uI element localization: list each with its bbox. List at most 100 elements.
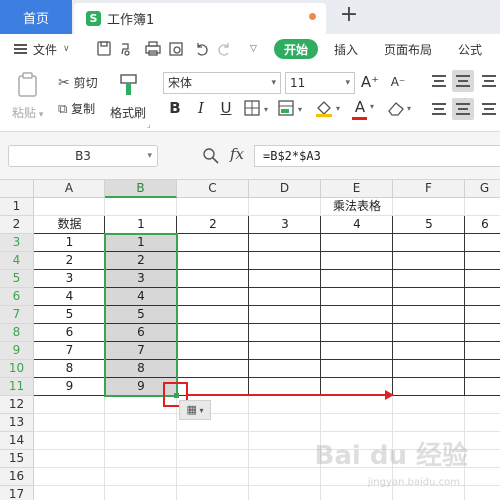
cell-e3[interactable] (321, 234, 393, 252)
borders-icon[interactable]: ▾ (244, 100, 274, 118)
cell-c16[interactable] (177, 468, 249, 486)
cell-c10[interactable] (177, 360, 249, 378)
cell-c4[interactable] (177, 252, 249, 270)
cell-f9[interactable] (393, 342, 465, 360)
cell-c5[interactable] (177, 270, 249, 288)
cell-c8[interactable] (177, 324, 249, 342)
row-header-3[interactable]: 3 (0, 234, 34, 252)
cell-b17[interactable] (105, 486, 177, 500)
formula-input[interactable]: =B$2*$A3 (254, 145, 500, 167)
cell-g10[interactable] (465, 360, 500, 378)
cell-a15[interactable] (34, 450, 105, 468)
cell-d17[interactable] (249, 486, 321, 500)
cell-f12[interactable] (393, 396, 465, 414)
cut-button[interactable]: ✂ 剪切 (58, 74, 98, 91)
row-header-9[interactable]: 9 (0, 342, 34, 360)
cell-f4[interactable] (393, 252, 465, 270)
decrease-font-button[interactable]: A⁻ (388, 72, 408, 92)
clipboard-launcher-icon[interactable]: ⌟ (147, 120, 151, 129)
cell-f6[interactable] (393, 288, 465, 306)
tab-insert[interactable]: 插入 (334, 34, 358, 64)
tab-home[interactable]: 首页 (0, 0, 72, 34)
cell-g8[interactable] (465, 324, 500, 342)
cell-a12[interactable] (34, 396, 105, 414)
cell-d4[interactable] (249, 252, 321, 270)
cell-g4[interactable] (465, 252, 500, 270)
cell-g6[interactable] (465, 288, 500, 306)
cell-d1[interactable] (249, 198, 321, 216)
cell-f8[interactable] (393, 324, 465, 342)
customize-toolbar-icon[interactable]: ▽ (250, 44, 257, 54)
row-header-14[interactable]: 14 (0, 432, 34, 450)
row-header-5[interactable]: 5 (0, 270, 34, 288)
cell-g1[interactable] (465, 198, 500, 216)
file-menu[interactable]: 文件 ∨ (14, 34, 70, 64)
cell-g5[interactable] (465, 270, 500, 288)
row-header-1[interactable]: 1 (0, 198, 34, 216)
cell-d6[interactable] (249, 288, 321, 306)
cell-e13[interactable] (321, 414, 393, 432)
cell-f3[interactable] (393, 234, 465, 252)
align-left-button[interactable] (428, 98, 450, 120)
cell-d15[interactable] (249, 450, 321, 468)
column-header-g[interactable]: G (465, 180, 500, 198)
cell-g16[interactable] (465, 468, 500, 486)
cell-d10[interactable] (249, 360, 321, 378)
align-right-button[interactable] (478, 98, 500, 120)
font-name-select[interactable]: 宋体 ▾ (163, 72, 281, 94)
cell-f1[interactable] (393, 198, 465, 216)
italic-button[interactable]: I (191, 98, 211, 118)
cell-d13[interactable] (249, 414, 321, 432)
chevron-down-icon[interactable]: ▾ (370, 102, 374, 111)
select-all-corner[interactable] (0, 180, 34, 198)
increase-font-button[interactable]: A⁺ (360, 72, 380, 92)
cell-g3[interactable] (465, 234, 500, 252)
cell-d16[interactable] (249, 468, 321, 486)
font-color-button[interactable]: A (350, 97, 370, 117)
cell-d14[interactable] (249, 432, 321, 450)
cell-f7[interactable] (393, 306, 465, 324)
zoom-search-icon[interactable] (202, 147, 220, 165)
row-header-7[interactable]: 7 (0, 306, 34, 324)
cell-g14[interactable] (465, 432, 500, 450)
column-header-f[interactable]: F (393, 180, 465, 198)
cell-e17[interactable] (321, 486, 393, 500)
cell-f13[interactable] (393, 414, 465, 432)
underline-button[interactable]: U (216, 98, 236, 118)
bold-button[interactable]: B (165, 98, 185, 118)
cell-g17[interactable] (465, 486, 500, 500)
cell-style-icon[interactable]: ▾ (278, 100, 308, 118)
row-header-15[interactable]: 15 (0, 450, 34, 468)
cell-b1[interactable] (105, 198, 177, 216)
cell-c1[interactable] (177, 198, 249, 216)
cell-e5[interactable] (321, 270, 393, 288)
cell-g11[interactable] (465, 378, 500, 396)
spreadsheet-grid[interactable]: A B C D E F G 1 2 3 4 5 6 7 8 9 10 11 12 13 14 15 16 17 乘法表格 数据 1 2… (0, 180, 500, 500)
format-painter-button[interactable]: 格式刷 (110, 104, 146, 121)
align-bottom-button[interactable] (478, 70, 500, 92)
cell-g7[interactable] (465, 306, 500, 324)
cell-e12[interactable] (321, 396, 393, 414)
cell-a13[interactable] (34, 414, 105, 432)
tab-start[interactable]: 开始 (274, 39, 318, 59)
paste-button[interactable]: 粘贴 ▾ (12, 104, 43, 121)
cell-d3[interactable] (249, 234, 321, 252)
row-header-17[interactable]: 17 (0, 486, 34, 500)
cell-b13[interactable] (105, 414, 177, 432)
cell-e9[interactable] (321, 342, 393, 360)
cell-c15[interactable] (177, 450, 249, 468)
row-header-10[interactable]: 10 (0, 360, 34, 378)
align-center-button[interactable] (452, 98, 474, 120)
cell-d5[interactable] (249, 270, 321, 288)
insert-function-button[interactable]: fx (230, 145, 244, 163)
cell-e7[interactable] (321, 306, 393, 324)
copy-button[interactable]: ⧉ 复制 (58, 100, 95, 117)
align-top-button[interactable] (428, 70, 450, 92)
cell-a1[interactable] (34, 198, 105, 216)
row-header-13[interactable]: 13 (0, 414, 34, 432)
cell-a16[interactable] (34, 468, 105, 486)
cell-c3[interactable] (177, 234, 249, 252)
eraser-icon[interactable]: ▾ (386, 99, 416, 119)
tab-formula[interactable]: 公式 (458, 34, 482, 64)
cell-b14[interactable] (105, 432, 177, 450)
